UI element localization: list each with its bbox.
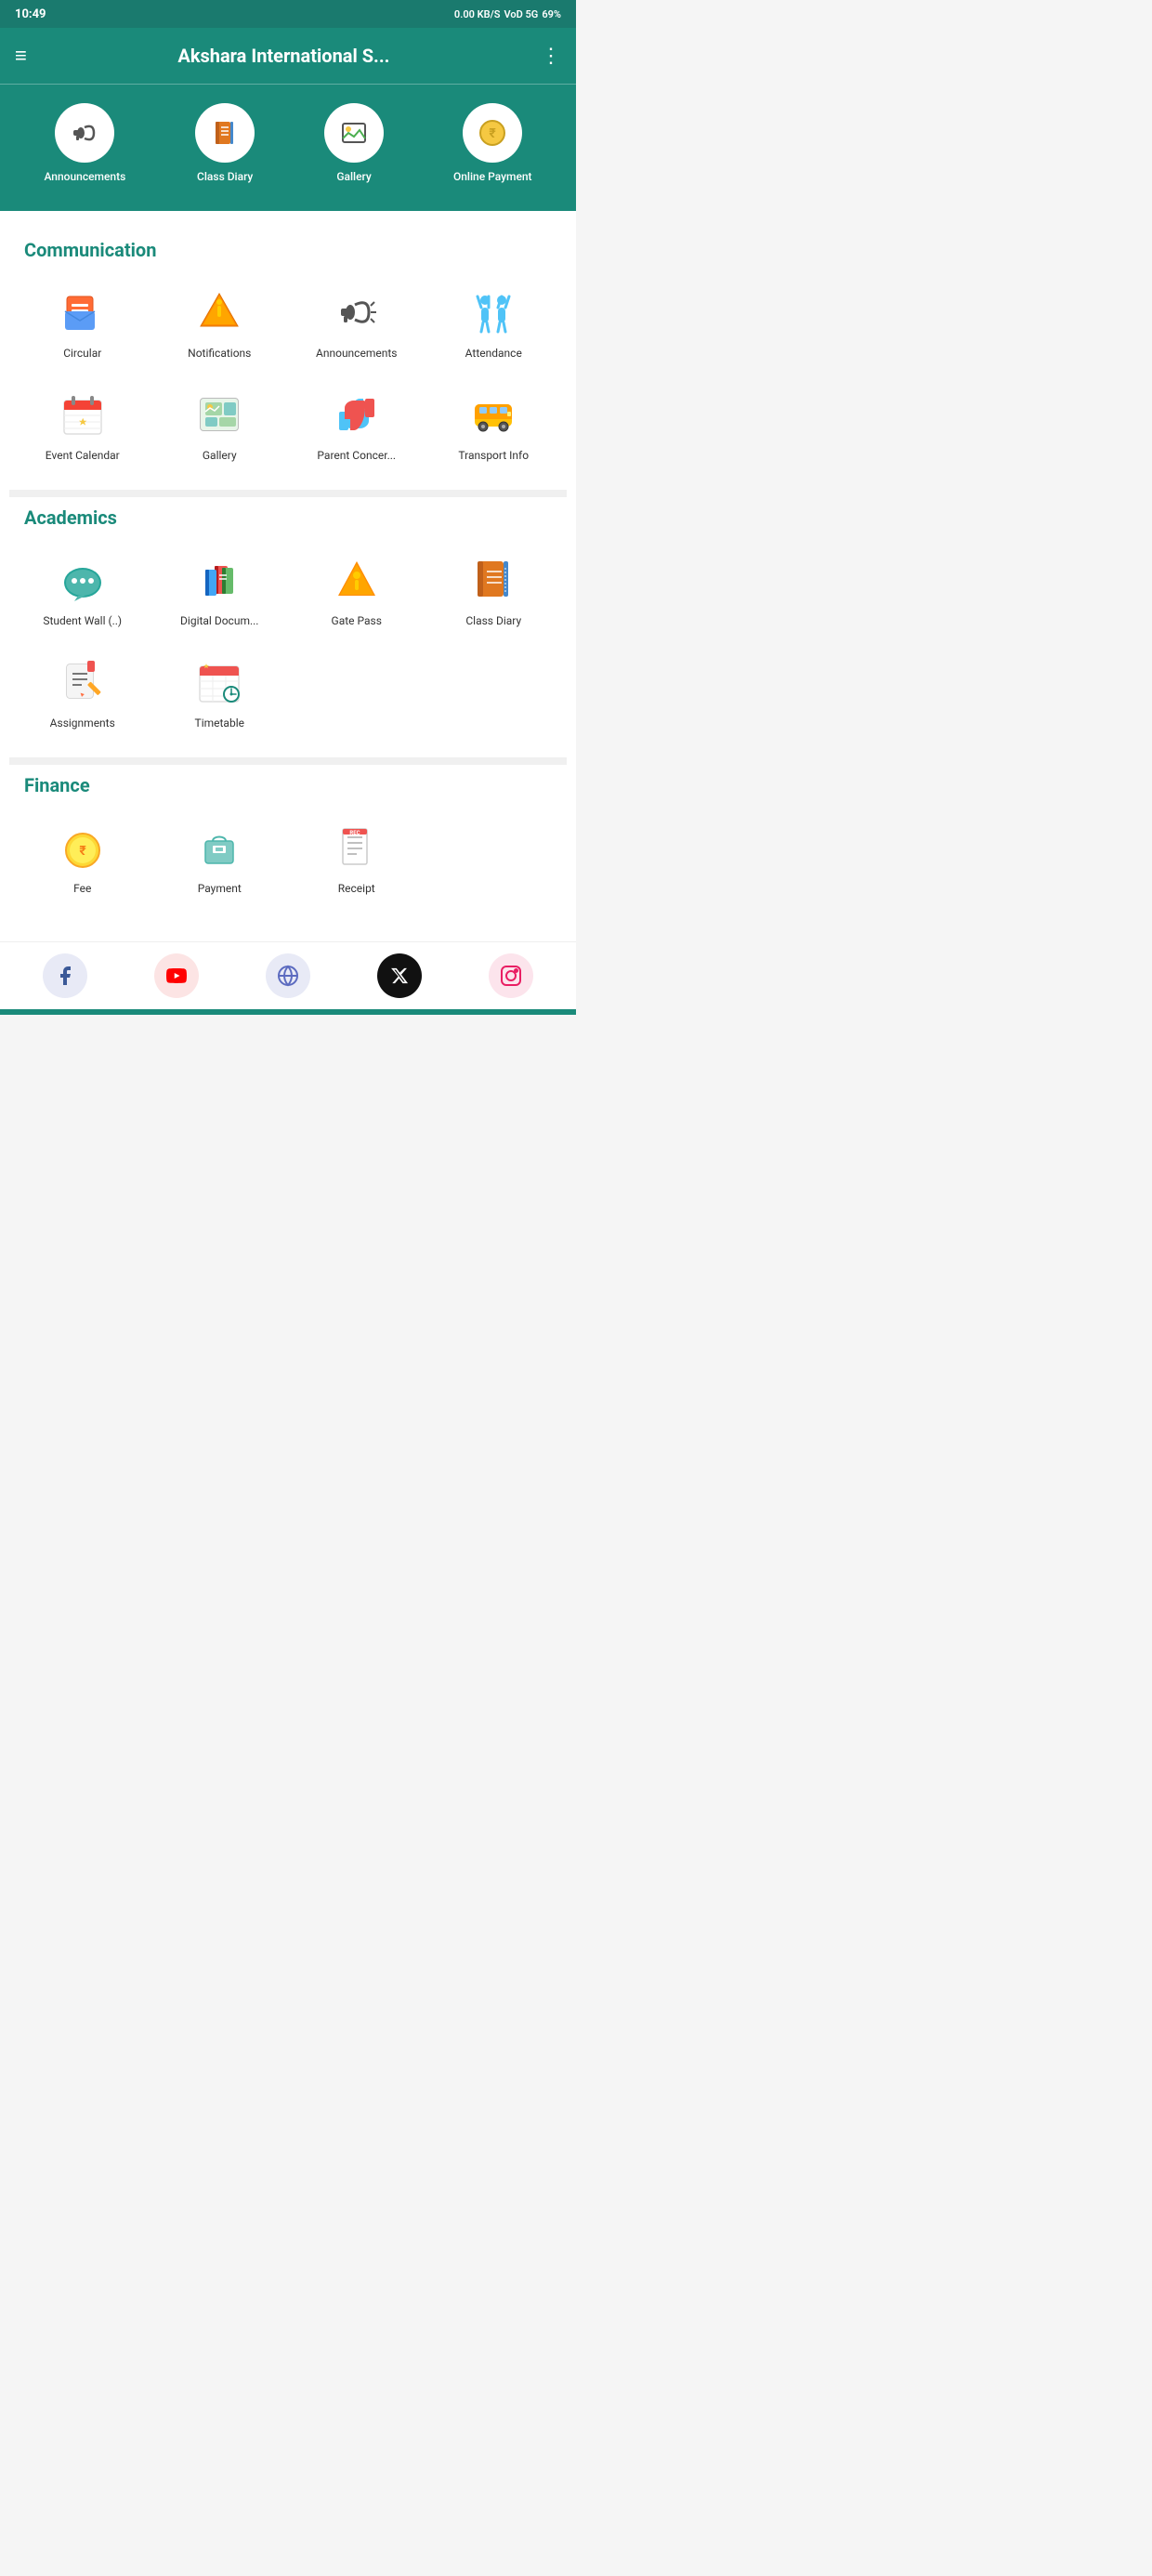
top-icon-online-payment-label: Online Payment [453,170,532,183]
receipt-icon: REC [330,821,384,874]
assignments-label: Assignments [50,716,115,729]
battery: 69% [542,8,561,20]
status-bar: 10:49 0.00 KB/S VoD 5G 69% [0,0,576,28]
grid-item-circular[interactable]: Circular [19,276,147,369]
receipt-label: Receipt [338,882,375,895]
main-content: Communication Circular [0,211,576,941]
grid-item-attendance[interactable]: Attendance [430,276,558,369]
class-diary-academic-label: Class Diary [465,614,521,627]
grid-item-announcements[interactable]: Announcements [293,276,421,369]
transport-info-icon [466,388,520,441]
grid-item-class-diary-academic[interactable]: Class Diary [430,544,558,637]
top-icon-announcements-label: Announcements [44,170,125,183]
grid-item-notifications[interactable]: Notifications [156,276,284,369]
attendance-icon [466,285,520,339]
top-icon-announcements[interactable]: Announcements [44,103,125,183]
digital-documents-label: Digital Docum... [180,614,258,627]
website-button[interactable] [266,953,310,998]
announcements-icon [330,285,384,339]
attendance-label: Attendance [465,347,522,360]
top-icon-gallery[interactable]: Gallery [324,103,384,183]
fee-label: Fee [73,882,91,895]
grid-item-transport-info[interactable]: Transport Info [430,378,558,471]
grid-item-payment[interactable]: Payment [156,811,284,904]
instagram-button[interactable] [489,953,533,998]
top-icon-gallery-label: Gallery [336,170,371,183]
svg-text:₹: ₹ [490,126,497,141]
parent-concern-label: Parent Concer... [317,449,396,462]
academics-section-title: Academics [9,497,567,544]
event-calendar-icon [56,388,110,441]
notifications-icon [192,285,246,339]
top-icons-section: Announcements Class Diary Gallery [0,85,576,211]
gallery-icon [192,388,246,441]
app-title: Akshara International S... [42,45,526,67]
top-icon-class-diary-label: Class Diary [197,170,253,183]
section-divider-1 [9,490,567,497]
status-right: 0.00 KB/S VoD 5G 69% [454,8,561,20]
academics-grid: Student Wall (..) Digital Docum... [9,544,567,757]
notifications-label: Notifications [188,347,251,360]
bottom-bar [0,1009,576,1015]
gate-pass-icon [330,553,384,607]
grid-item-student-wall[interactable]: Student Wall (..) [19,544,147,637]
top-icon-class-diary[interactable]: Class Diary [195,103,255,183]
section-divider-2 [9,757,567,765]
gate-pass-label: Gate Pass [332,614,382,627]
class-diary-academic-icon [466,553,520,607]
online-payment-icon-circle: ₹ [463,103,522,163]
communication-section-title: Communication [9,230,567,276]
youtube-button[interactable] [154,953,199,998]
fee-icon: ₹ [56,821,110,874]
finance-grid: ₹ Fee Payment [9,811,567,923]
circular-label: Circular [63,347,101,360]
network-type: VoD 5G [504,8,539,20]
facebook-button[interactable] [43,953,87,998]
grid-item-timetable[interactable]: Timetable [156,646,284,739]
gallery-label: Gallery [203,449,237,462]
timetable-icon [192,655,246,709]
grid-item-receipt[interactable]: REC Receipt [293,811,421,904]
announcements-icon-circle [55,103,114,163]
app-header: ≡ Akshara International S... ⋮ [0,28,576,84]
transport-info-label: Transport Info [458,449,529,462]
network-speed: 0.00 KB/S [454,8,501,20]
payment-label: Payment [198,882,242,895]
grid-item-assignments[interactable]: Assignments [19,646,147,739]
student-wall-icon [56,553,110,607]
svg-text:REC: REC [349,830,360,836]
gallery-icon-circle [324,103,384,163]
grid-item-parent-concern[interactable]: Parent Concer... [293,378,421,471]
payment-icon [192,821,246,874]
announcements-label: Announcements [316,347,397,360]
class-diary-icon-circle [195,103,255,163]
finance-section-title: Finance [9,765,567,811]
menu-icon[interactable]: ≡ [15,44,27,68]
circular-icon [56,285,110,339]
digital-documents-icon [192,553,246,607]
student-wall-label: Student Wall (..) [43,614,122,627]
bottom-nav [0,941,576,1009]
more-options-icon[interactable]: ⋮ [541,45,561,68]
assignments-icon [56,655,110,709]
status-time: 10:49 [15,7,46,21]
grid-item-fee[interactable]: ₹ Fee [19,811,147,904]
grid-item-gallery[interactable]: Gallery [156,378,284,471]
top-icon-online-payment[interactable]: ₹ Online Payment [453,103,532,183]
twitter-x-button[interactable] [377,953,422,998]
event-calendar-label: Event Calendar [46,449,120,462]
grid-item-event-calendar[interactable]: Event Calendar [19,378,147,471]
timetable-label: Timetable [195,716,244,729]
svg-text:₹: ₹ [79,844,86,859]
communication-grid: Circular Notifications [9,276,567,490]
grid-item-digital-documents[interactable]: Digital Docum... [156,544,284,637]
grid-item-gate-pass[interactable]: Gate Pass [293,544,421,637]
parent-concern-icon [330,388,384,441]
